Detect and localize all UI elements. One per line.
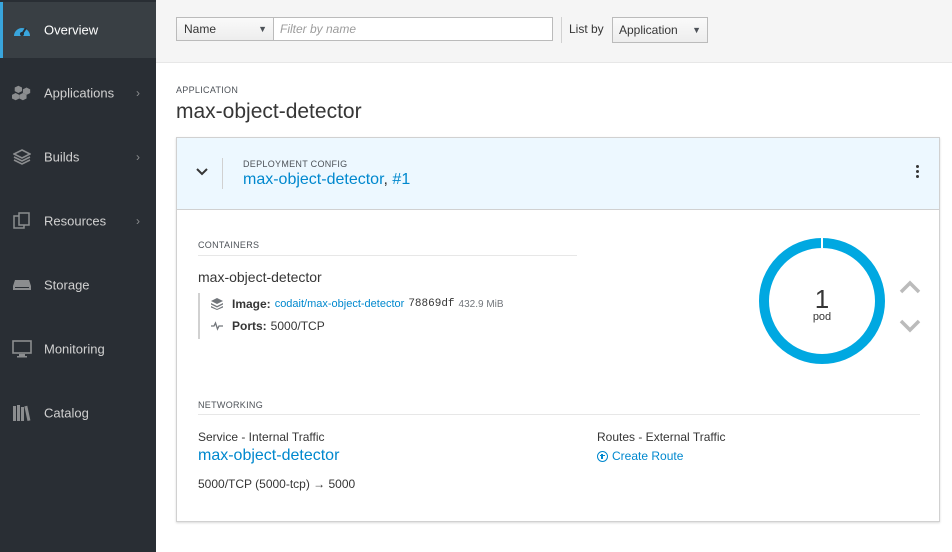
chevron-right-icon: ›: [136, 86, 140, 100]
files-icon: [12, 211, 32, 231]
container-image-row: Image: codait/max-object-detector 78869d…: [211, 293, 504, 315]
sidebar-item-monitoring[interactable]: Monitoring: [0, 321, 156, 377]
cubes-icon: [12, 83, 32, 103]
catalog-icon: [12, 403, 32, 423]
sidebar-item-applications[interactable]: Applications ›: [0, 65, 156, 121]
deployment-config-kicker: DEPLOYMENT CONFIG: [243, 159, 348, 169]
pod-label: pod: [812, 311, 832, 323]
image-size: 432.9 MiB: [458, 298, 504, 310]
sidebar: Overview Applications › Builds › Resourc…: [0, 0, 156, 552]
monitor-icon: [12, 339, 32, 359]
sidebar-item-resources[interactable]: Resources ›: [0, 193, 156, 249]
dashboard-icon: [12, 20, 32, 40]
service-label: Service - Internal Traffic: [198, 430, 325, 444]
list-by-label: List by: [569, 22, 604, 36]
page-title: max-object-detector: [176, 100, 362, 123]
scale-up-button[interactable]: [899, 279, 921, 295]
pod-count: 1: [814, 284, 830, 314]
collapse-toggle[interactable]: [195, 162, 213, 182]
deployment-card-header: DEPLOYMENT CONFIG max-object-detector, #…: [177, 138, 939, 210]
section-divider: [198, 255, 577, 256]
sidebar-item-catalog[interactable]: Catalog: [0, 385, 156, 441]
chevron-right-icon: ›: [136, 214, 140, 228]
container-details: Image: codait/max-object-detector 78869d…: [198, 293, 504, 339]
kebab-menu-button[interactable]: [911, 165, 923, 183]
header-divider: [222, 158, 223, 189]
plus-circle-icon: [597, 450, 608, 462]
pulse-icon: [211, 321, 225, 331]
container-name: max-object-detector: [198, 269, 322, 285]
sidebar-item-label: Builds: [44, 149, 80, 165]
container-ports-row: Ports: 5000/TCP: [211, 315, 504, 337]
containers-section-title: CONTAINERS: [198, 240, 260, 250]
deployment-separator: ,: [383, 171, 388, 188]
storage-icon: [12, 275, 32, 295]
chevron-down-icon: [196, 168, 208, 176]
sidebar-item-label: Catalog: [44, 405, 89, 421]
chevron-up-icon: [899, 280, 921, 294]
scale-down-button[interactable]: [899, 318, 921, 334]
image-link[interactable]: codait/max-object-detector: [275, 298, 405, 310]
sidebar-item-overview[interactable]: Overview: [0, 2, 156, 58]
ports-label: Ports:: [232, 319, 267, 333]
service-ports: 5000/TCP (5000-tcp) → 5000: [198, 477, 356, 491]
filter-field-value: Name: [184, 22, 217, 36]
image-layers-icon: [211, 298, 225, 310]
sidebar-item-label: Storage: [44, 277, 90, 293]
deployment-config-link[interactable]: max-object-detector: [243, 171, 384, 188]
image-id: 78869df: [408, 298, 455, 310]
sidebar-item-label: Applications: [44, 85, 115, 101]
filter-field-select[interactable]: Name ▼: [176, 17, 274, 41]
service-name-link[interactable]: max-object-detector: [198, 447, 339, 465]
section-divider: [198, 414, 920, 415]
deployment-card: DEPLOYMENT CONFIG max-object-detector, #…: [176, 137, 940, 522]
sidebar-item-label: Resources: [44, 213, 107, 229]
chevron-down-icon: [899, 319, 921, 333]
filter-input[interactable]: [274, 17, 553, 41]
list-by-select[interactable]: Application ▼: [612, 17, 708, 43]
routes-label: Routes - External Traffic: [597, 430, 726, 444]
deployment-config-title: max-object-detector, #1: [243, 171, 410, 189]
sidebar-item-storage[interactable]: Storage: [0, 257, 156, 313]
caret-down-icon: ▼: [258, 24, 267, 34]
create-route-label: Create Route: [612, 449, 684, 463]
caret-down-icon: ▼: [692, 25, 701, 35]
sidebar-item-label: Monitoring: [44, 341, 105, 357]
filter-toolbar: Name ▼ List by Application ▼: [156, 0, 952, 63]
chevron-right-icon: ›: [136, 150, 140, 164]
image-label: Image:: [232, 297, 271, 311]
application-kicker: APPLICATION: [176, 85, 239, 95]
create-route-link[interactable]: Create Route: [597, 449, 683, 463]
networking-section-title: NETWORKING: [198, 400, 263, 410]
list-by-value: Application: [619, 23, 678, 37]
ports-value: 5000/TCP: [270, 319, 325, 333]
sidebar-item-builds[interactable]: Builds ›: [0, 129, 156, 185]
sidebar-item-label: Overview: [44, 22, 99, 38]
deployment-revision-link[interactable]: #1: [392, 171, 410, 188]
layers-icon: [12, 147, 32, 167]
toolbar-divider: [561, 17, 562, 43]
